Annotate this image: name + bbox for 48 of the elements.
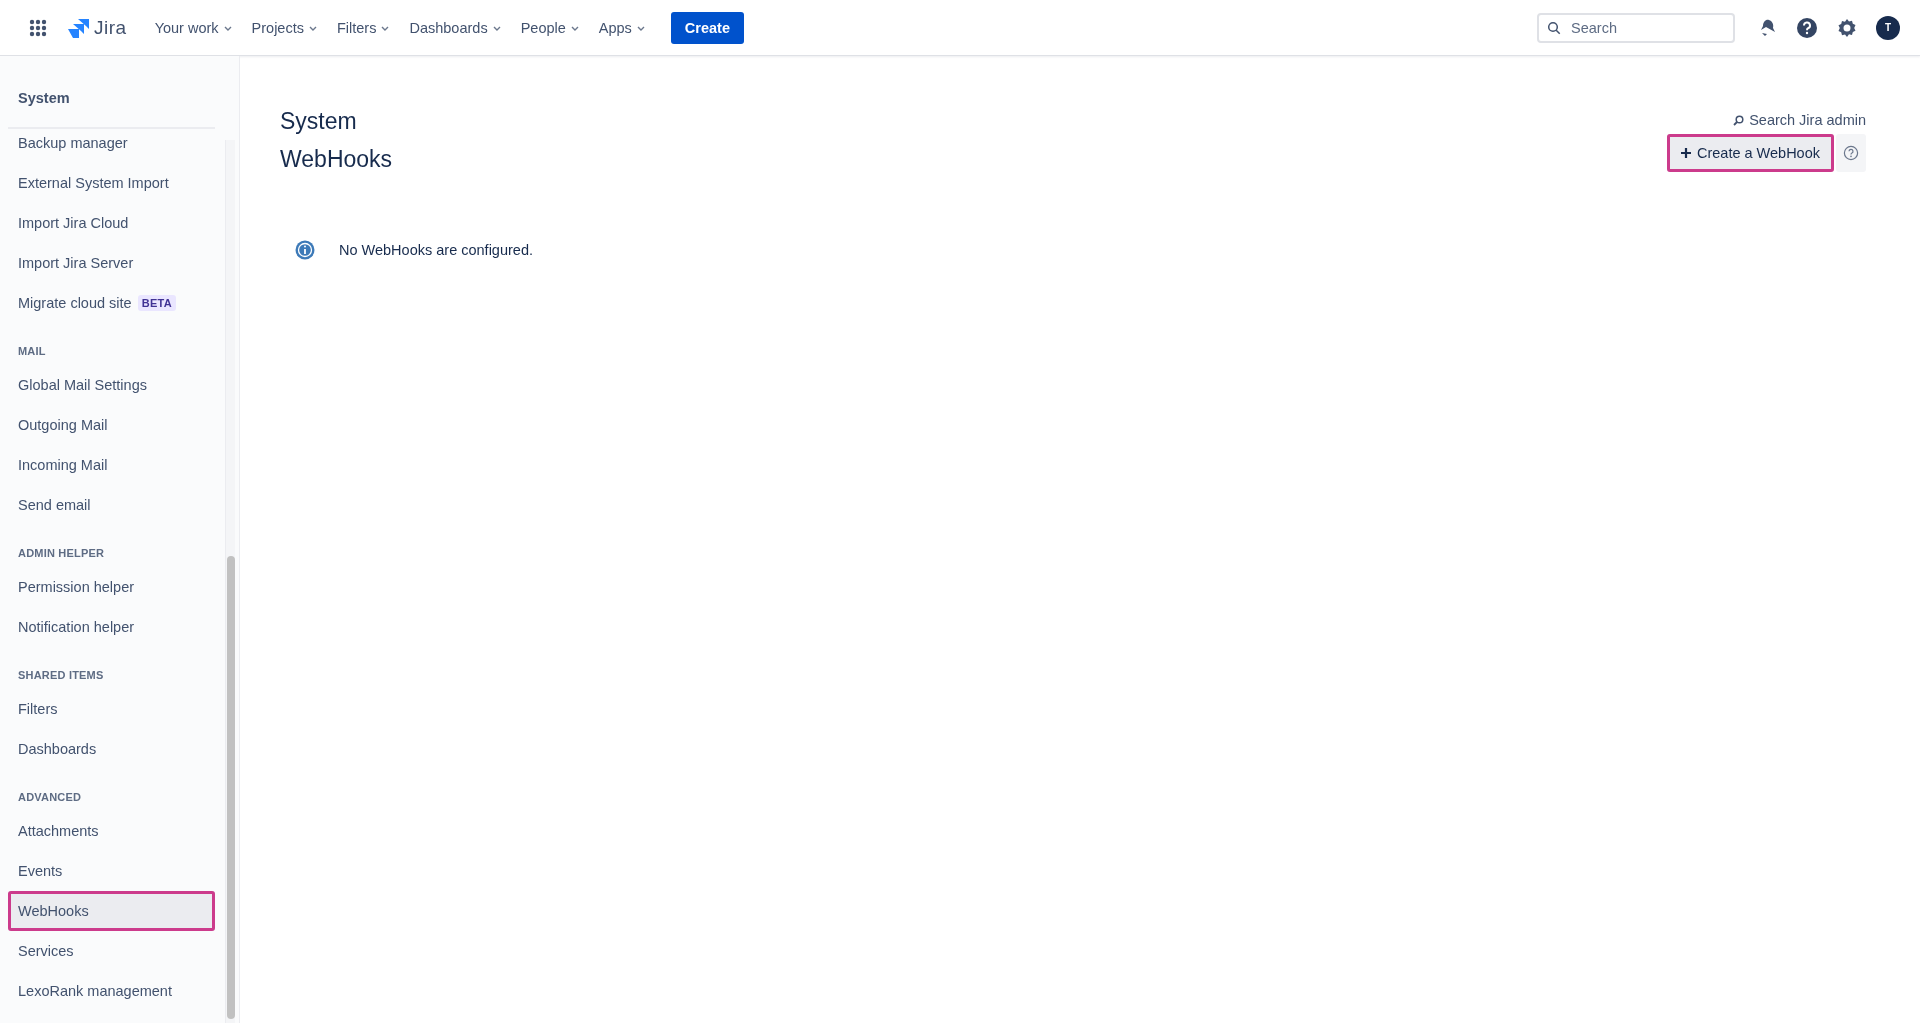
- sidebar-item[interactable]: Services: [8, 931, 215, 971]
- sidebar-item[interactable]: LexoRank management: [8, 971, 215, 1011]
- sidebar-item[interactable]: Attachments: [8, 811, 215, 851]
- sidebar-item[interactable]: Send email: [8, 485, 215, 525]
- search-field[interactable]: Search: [1537, 12, 1735, 43]
- sidebar-item[interactable]: External System Import: [8, 163, 215, 203]
- nav-menu[interactable]: Apps: [590, 13, 654, 42]
- jira-logo-icon: [68, 17, 90, 38]
- admin-search-link[interactable]: Search Jira admin: [1733, 112, 1866, 128]
- sidebar-item[interactable]: Global Mail Settings: [8, 365, 215, 405]
- page-title: WebHooks: [280, 145, 393, 174]
- nav-menu[interactable]: Your work: [146, 13, 241, 42]
- search-icon: [1733, 114, 1745, 126]
- nav-menu[interactable]: People: [512, 13, 588, 42]
- scrollbar-thumb[interactable]: [227, 556, 235, 1019]
- beta-badge: BETA: [137, 295, 176, 311]
- nav-menu[interactable]: Projects: [243, 13, 326, 42]
- info-message: No WebHooks are configured.: [339, 242, 533, 258]
- sidebar-item[interactable]: Import Jira Cloud: [8, 203, 215, 243]
- nav-menu[interactable]: Filters: [328, 13, 399, 42]
- help-icon[interactable]: [1796, 16, 1818, 39]
- sidebar-item[interactable]: Notification helper: [8, 607, 215, 647]
- section-heading: ADMIN HELPER: [17, 546, 106, 561]
- product-logo[interactable]: Jira: [68, 16, 127, 39]
- sidebar-title: System: [17, 89, 71, 108]
- app-grid-icon[interactable]: [29, 18, 47, 37]
- help-icon: [1843, 145, 1859, 161]
- sidebar-item[interactable]: Events: [8, 851, 215, 891]
- section-heading: ADVANCED: [17, 790, 83, 805]
- sidebar-item[interactable]: Incoming Mail: [8, 445, 215, 485]
- create-button[interactable]: Create: [670, 11, 744, 44]
- help-button[interactable]: [1836, 134, 1866, 172]
- sidebar-item[interactable]: Filters: [8, 689, 215, 729]
- sidebar-item[interactable]: Dashboards: [8, 729, 215, 769]
- sidebar-item[interactable]: Migrate cloud site BETA: [8, 283, 215, 323]
- section-heading: SHARED ITEMS: [17, 668, 105, 683]
- user-avatar[interactable]: T: [1876, 15, 1900, 40]
- sidebar-item[interactable]: Backup manager: [8, 123, 215, 163]
- sidebar-item[interactable]: Import Jira Server: [8, 243, 215, 283]
- info-icon: [295, 240, 315, 260]
- sidebar-item[interactable]: Outgoing Mail: [8, 405, 215, 445]
- sidebar-item[interactable]: WebHooks: [8, 891, 215, 931]
- section-title: System: [280, 107, 358, 136]
- sidebar-item[interactable]: Permission helper: [8, 567, 215, 607]
- plus-icon: [1680, 148, 1691, 158]
- section-heading: MAIL: [17, 344, 47, 359]
- nav-menu[interactable]: Dashboards: [401, 13, 510, 42]
- create-webhook-button[interactable]: Create a WebHook: [1666, 134, 1834, 172]
